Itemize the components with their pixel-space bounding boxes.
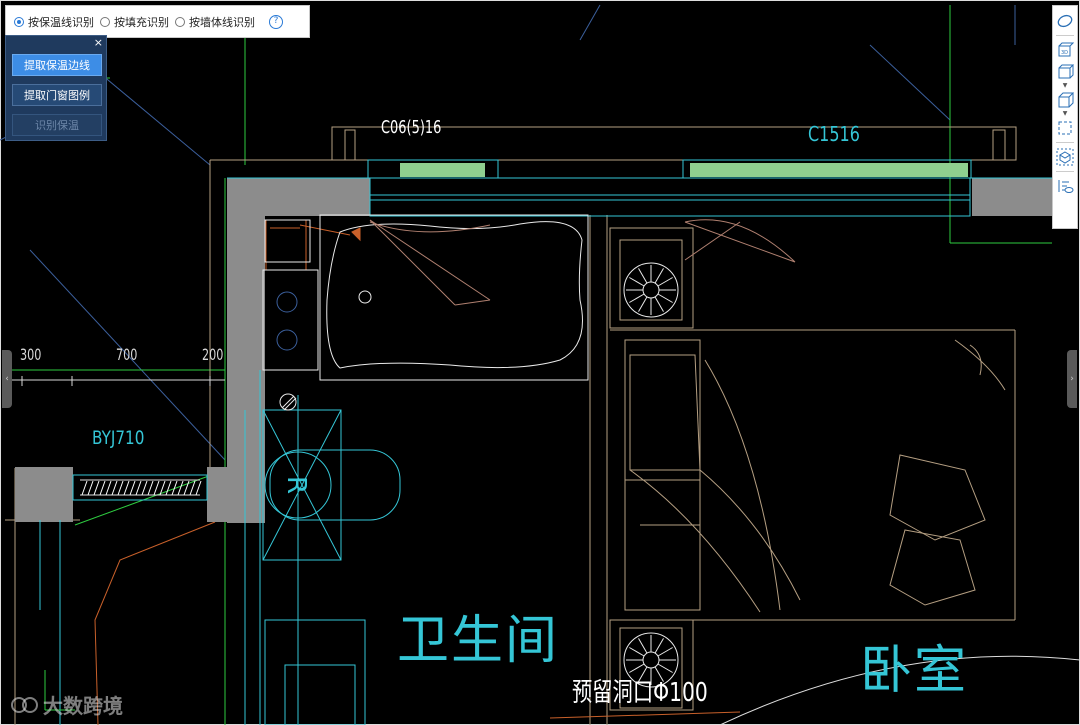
svg-text:3D: 3D (1061, 50, 1068, 56)
window-tag-c06: C06(5)16 (381, 117, 442, 138)
extract-door-window-legend-button[interactable]: 提取门窗图例 (12, 84, 102, 106)
dashed-select-icon[interactable] (1056, 119, 1074, 137)
dimension-200: 200 (202, 345, 224, 364)
layer-icon[interactable] (1056, 148, 1074, 166)
right-collapse-tab[interactable]: › (1067, 350, 1077, 408)
toolbar-separator (1056, 142, 1074, 143)
dimension-300: 300 (20, 345, 42, 364)
radio-selected-icon[interactable] (14, 16, 24, 27)
close-icon[interactable]: × (94, 36, 103, 49)
room-label-bathroom: 卫生间 (397, 611, 560, 671)
note-reserved-opening: 预留洞口Φ100 (572, 678, 708, 708)
box-icon[interactable] (1056, 63, 1074, 81)
room-label-bedroom: 卧室 (860, 641, 969, 701)
wall-tag-byj710: BYJ710 (92, 427, 145, 449)
heater-letter: R (281, 475, 312, 495)
mode-option-insulation-line[interactable]: 按保温线识别 (14, 14, 94, 30)
toolbar-separator (1056, 35, 1074, 36)
insulation-command-panel: × 提取保温边线 提取门窗图例 识别保温 (5, 35, 107, 141)
chevron-down-icon[interactable]: ▼ (1063, 111, 1068, 117)
cube-icon[interactable] (1056, 91, 1074, 109)
recognize-insulation-button: 识别保温 (12, 114, 102, 136)
recognition-mode-bar: 按保温线识别 按填充识别 按墙体线识别 ? (5, 5, 310, 38)
layer-visibility-icon[interactable] (1056, 177, 1074, 195)
chevron-down-icon[interactable]: ▼ (1063, 83, 1068, 89)
watermark-logo-icon (11, 696, 38, 713)
3d-view-icon[interactable]: 3D (1056, 41, 1074, 59)
mode-option-label: 按墙体线识别 (189, 15, 255, 29)
left-collapse-tab[interactable]: ‹ (2, 350, 12, 408)
window-tag-c1516: C1516 (808, 122, 860, 146)
watermark-text: 大数跨境 (43, 694, 123, 718)
watermark: 大数跨境 (10, 690, 123, 719)
3d-orbit-icon[interactable] (1056, 12, 1074, 30)
view-toolbar: 3D ▼ ▼ (1052, 5, 1078, 229)
help-icon[interactable]: ? (269, 14, 283, 29)
radio-icon[interactable] (175, 16, 185, 27)
toolbar-separator (1056, 171, 1074, 172)
mode-option-fill[interactable]: 按填充识别 (100, 14, 169, 30)
mode-option-label: 按保温线识别 (28, 15, 94, 29)
radio-icon[interactable] (100, 16, 110, 27)
mode-option-wall-line[interactable]: 按墙体线识别 (175, 14, 255, 30)
dimension-700: 700 (116, 345, 138, 364)
extract-insulation-boundary-button[interactable]: 提取保温边线 (12, 54, 102, 76)
mode-option-label: 按填充识别 (114, 15, 169, 29)
